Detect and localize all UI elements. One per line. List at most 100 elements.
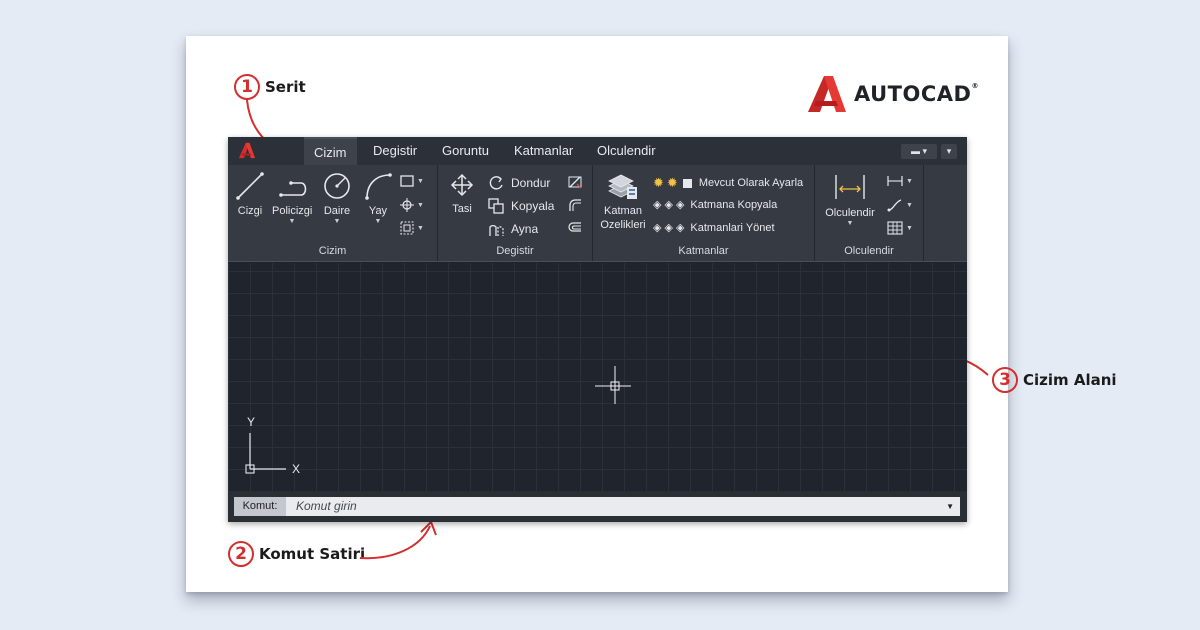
panel-cizim: Cizgi Policizgi ▼ Daire ▼ Yay ▼ ▼ ▼ ▼ Ci… (228, 165, 438, 261)
command-label: Komut: (234, 497, 286, 516)
point-icon (400, 198, 414, 212)
trim-tool[interactable] (568, 175, 582, 189)
ribbon-minimize-button[interactable]: ▾ (941, 144, 957, 159)
polyline-tool[interactable]: Policizgi ▼ (272, 171, 312, 225)
circle-label: Daire (323, 205, 351, 217)
copy-tool[interactable]: Kopyala (488, 198, 554, 214)
command-line: Komut: Komut girin ▼ (228, 491, 967, 522)
line-icon (236, 172, 264, 200)
command-placeholder: Komut girin (296, 499, 357, 513)
dimension-label: Olculendir (825, 207, 875, 219)
layer-stack-icon: ◈ (653, 222, 662, 234)
linear-dim-icon (887, 176, 903, 186)
command-input[interactable]: Komut girin ▼ (286, 497, 960, 516)
circle-icon (324, 173, 350, 199)
rectangle-icon (400, 175, 414, 187)
copy-to-layer-label: Katmana Kopyala (690, 198, 778, 211)
line-label: Cizgi (237, 205, 263, 217)
trim-icon (568, 176, 582, 189)
copy-label: Kopyala (511, 199, 555, 213)
layer-properties-icon (608, 174, 637, 199)
tab-katmanlar[interactable]: Katmanlar (504, 137, 583, 165)
ucs-y-label: Y (247, 415, 256, 429)
line-tool[interactable]: Cizgi (234, 171, 266, 217)
panel-title: Olculendir (844, 245, 894, 257)
tab-olculendir[interactable]: Olculendir (587, 137, 666, 165)
crosshair-cursor (595, 366, 631, 404)
offset-tool[interactable] (568, 221, 582, 235)
move-icon (450, 173, 474, 197)
leader-tool[interactable]: ▼ (887, 198, 913, 212)
chevron-down-icon[interactable]: ▼ (272, 218, 312, 225)
table-tool[interactable]: ▼ (887, 221, 913, 235)
dimension-tool[interactable]: Olculendir ▼ (819, 173, 881, 227)
autocad-window: Cizim Degistir Goruntu Katmanlar Olculen… (228, 137, 967, 522)
panel-katmanlar: Katman Ozelikleri ✹ ✹ Mevcut Olarak Ayar… (593, 165, 815, 261)
mirror-tool[interactable]: Ayna (488, 221, 538, 237)
arc-label: Yay (368, 205, 388, 217)
ribbon-tab-bar: Cizim Degistir Goruntu Katmanlar Olculen… (228, 137, 967, 165)
tab-cizim[interactable]: Cizim (304, 137, 357, 165)
panel-display-toggle[interactable]: ▬ ▾ (901, 144, 937, 159)
layer-color-swatch (682, 178, 692, 188)
chevron-down-icon[interactable]: ▼ (906, 202, 913, 209)
manage-layers-label: Katmanlari Yönet (690, 221, 775, 234)
panel-title: Cizim (318, 245, 347, 257)
ucs-x-label: X (292, 462, 301, 476)
chevron-down-icon[interactable]: ▼ (417, 178, 424, 185)
point-tool[interactable]: ▼ (400, 198, 424, 212)
ucs-icon (245, 433, 286, 474)
chevron-down-icon[interactable]: ▼ (362, 218, 394, 225)
layer-properties-label-2: Ozelikleri (600, 219, 646, 231)
move-label: Tasi (452, 203, 472, 215)
chevron-down-icon[interactable]: ▼ (906, 178, 913, 185)
leader-icon (887, 199, 902, 212)
manage-layers-tool[interactable]: ◈ ◈ ◈ Katmanlari Yönet (653, 221, 775, 235)
rotate-tool[interactable]: Dondur (488, 175, 550, 191)
arc-icon (365, 173, 392, 200)
tab-goruntu[interactable]: Goruntu (432, 137, 499, 165)
arc-tool[interactable]: Yay ▼ (362, 171, 394, 225)
sun-icon: ✹ (653, 175, 664, 190)
sun-icon: ✹ (666, 175, 678, 190)
hatch-icon (400, 221, 414, 235)
layer-stack-icon: ◈ (664, 222, 673, 234)
rotate-icon (489, 176, 503, 190)
panel-title: Katmanlar (678, 245, 729, 257)
chevron-down-icon[interactable]: ▼ (417, 225, 424, 232)
linear-dim-tool[interactable]: ▼ (887, 175, 913, 187)
move-tool[interactable]: Tasi (448, 173, 476, 215)
set-current-tool[interactable]: ✹ ✹ Mevcut Olarak Ayarla (653, 175, 803, 191)
mirror-label: Ayna (511, 222, 539, 236)
arrow-to-command-line (359, 525, 431, 560)
rectangle-tool[interactable]: ▼ (400, 175, 424, 187)
chevron-down-icon[interactable]: ▼ (819, 220, 881, 227)
layer-stack-icon: ◈ (653, 199, 662, 211)
chevron-down-icon[interactable]: ▼ (946, 497, 954, 516)
application-menu-button[interactable] (238, 142, 256, 164)
panel-degistir: Tasi Dondur Kopyala Ayna Degistir (438, 165, 593, 261)
chevron-down-icon[interactable]: ▼ (320, 218, 354, 225)
layer-stack-icon: ◈ (675, 222, 685, 234)
rotate-label: Dondur (511, 176, 551, 190)
copy-to-layer-tool[interactable]: ◈ ◈ ◈ Katmana Kopyala (653, 198, 778, 212)
fillet-tool[interactable] (568, 198, 582, 212)
fillet-icon (569, 199, 581, 211)
canvas-overlay (245, 366, 631, 474)
drawing-area[interactable]: Y X (228, 263, 967, 491)
panel-title: Degistir (496, 245, 534, 257)
display-mode-icon: ▬ ▾ (910, 146, 928, 156)
hatch-tool[interactable]: ▼ (400, 221, 424, 235)
table-icon (887, 221, 903, 235)
copy-icon (488, 198, 504, 214)
circle-tool[interactable]: Daire ▼ (320, 171, 354, 225)
layer-properties-label: Katman (604, 205, 642, 217)
app-logo-icon (238, 142, 256, 159)
chevron-down-icon[interactable]: ▼ (906, 225, 913, 232)
layer-properties-tool[interactable]: Katman Ozelikleri (597, 171, 649, 232)
tab-degistir[interactable]: Degistir (363, 137, 427, 165)
chevron-down-icon[interactable]: ▼ (417, 202, 424, 209)
layer-stack-icon: ◈ (664, 199, 673, 211)
dimension-icon (835, 175, 865, 199)
offset-icon (568, 222, 581, 232)
